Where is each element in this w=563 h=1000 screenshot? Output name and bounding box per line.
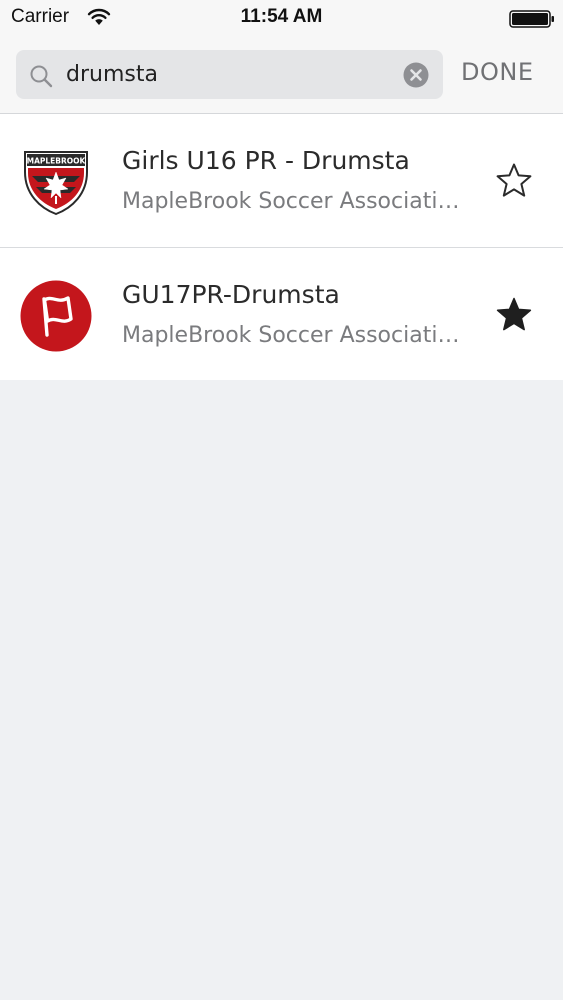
status-bar: Carrier 11:54 AM [0, 0, 563, 38]
clear-icon[interactable] [403, 62, 429, 88]
clock: 11:54 AM [240, 6, 323, 27]
star-outline-icon[interactable] [494, 161, 534, 201]
list-item[interactable]: MAPLEBROOK Girls U16 PR - Drumsta MapleB… [0, 114, 563, 248]
done-button[interactable]: DONE [461, 58, 534, 86]
team-name: GU17PR-Drumsta [122, 280, 340, 309]
flag-icon [20, 280, 92, 352]
battery-icon [509, 10, 554, 28]
search-field[interactable] [16, 50, 443, 99]
list-item[interactable]: GU17PR-Drumsta MapleBrook Soccer Associa… [0, 248, 563, 380]
organization-name: MapleBrook Soccer Association [122, 323, 464, 348]
search-icon [30, 65, 53, 88]
svg-text:MAPLEBROOK: MAPLEBROOK [27, 157, 87, 166]
maplebrook-crest-icon: MAPLEBROOK [24, 151, 88, 216]
search-bar: DONE [0, 38, 563, 114]
results-list: MAPLEBROOK Girls U16 PR - Drumsta MapleB… [0, 114, 563, 380]
organization-name: MapleBrook Soccer Association [122, 189, 464, 214]
team-name: Girls U16 PR - Drumsta [122, 146, 410, 175]
star-filled-icon[interactable] [494, 295, 534, 335]
search-input[interactable] [66, 58, 396, 90]
